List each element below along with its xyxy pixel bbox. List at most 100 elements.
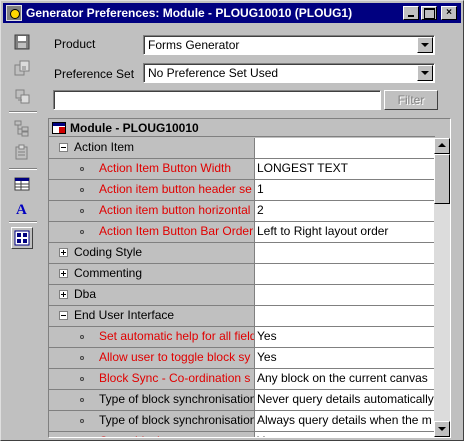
scroll-down-button[interactable]	[434, 421, 450, 437]
product-value: Forms Generator	[148, 38, 240, 52]
group-row[interactable]: Commenting	[49, 264, 435, 285]
save-icon[interactable]	[11, 31, 33, 53]
group-label: Commenting	[74, 266, 143, 280]
group-row[interactable]: Coding Style	[49, 243, 435, 264]
property-value-cell[interactable]: Yes	[255, 348, 435, 368]
layout-toggle-icon[interactable]	[11, 227, 33, 249]
group-label: End User Interface	[74, 308, 175, 322]
property-name-cell[interactable]: Coding Style	[49, 243, 255, 263]
property-row[interactable]: Action Item Button Bar Order Left to Righ…	[49, 222, 435, 243]
property-value-cell[interactable]: 1	[255, 180, 435, 200]
property-row[interactable]: Action item button header se 1	[49, 180, 435, 201]
property-name-cell[interactable]: Dba	[49, 285, 255, 305]
vertical-toolbar: A	[5, 27, 41, 438]
bullet-icon	[80, 419, 84, 423]
grid-header: Module - PLOUG10010	[49, 119, 435, 137]
property-value-cell[interactable]: Yes	[255, 432, 435, 437]
property-label: Action item button header se	[99, 182, 252, 196]
filter-button[interactable]: Filter	[384, 90, 438, 110]
product-label: Product	[54, 37, 96, 51]
table-view-icon[interactable]	[11, 173, 33, 195]
property-name-cell[interactable]: Action Item Button Bar Order	[49, 222, 255, 242]
property-name-cell[interactable]: Type of block synchronisation	[49, 411, 255, 431]
property-row[interactable]: Query block on entry to new Yes	[49, 432, 435, 437]
property-name-cell[interactable]: Action Item	[49, 138, 255, 158]
minimize-button[interactable]	[403, 6, 419, 20]
property-label: Action item button horizontal	[99, 203, 251, 217]
bullet-icon	[80, 398, 84, 402]
preference-set-select[interactable]: No Preference Set Used	[143, 63, 435, 83]
property-grid: Module - PLOUG10010 Action Item Action It…	[48, 118, 451, 438]
group-row[interactable]: Dba	[49, 285, 435, 306]
property-name-cell[interactable]: Allow user to toggle block sy	[49, 348, 255, 368]
svg-text:A: A	[16, 202, 27, 217]
scroll-up-button[interactable]	[434, 138, 450, 154]
collapse-icon[interactable]	[59, 143, 68, 152]
group-label: Coding Style	[74, 245, 143, 259]
group-row[interactable]: End User Interface	[49, 306, 435, 327]
property-value-cell[interactable]: 2	[255, 201, 435, 221]
expand-icon[interactable]	[59, 290, 68, 299]
bullet-icon	[80, 188, 84, 192]
close-button[interactable]: ×	[441, 6, 457, 20]
scroll-thumb[interactable]	[434, 154, 450, 204]
property-name-cell[interactable]: Commenting	[49, 264, 255, 284]
copy-properties-icon[interactable]	[11, 57, 33, 79]
filter-input[interactable]	[53, 90, 381, 110]
toolbar-separator	[9, 168, 37, 170]
preference-set-value: No Preference Set Used	[148, 66, 279, 80]
property-name-cell[interactable]: Query block on entry to new	[49, 432, 255, 437]
app-icon[interactable]	[6, 5, 22, 21]
property-label: Block Sync - Co-ordination s	[99, 371, 251, 385]
vertical-scrollbar[interactable]	[434, 138, 450, 437]
property-label: Query block on entry to new	[99, 434, 248, 437]
chevron-down-icon[interactable]	[417, 65, 433, 81]
toolbar-separator	[9, 221, 37, 223]
group-row[interactable]: Action Item	[49, 138, 435, 159]
property-value-cell[interactable]: LONGEST TEXT	[255, 159, 435, 179]
group-label: Dba	[74, 287, 97, 301]
property-value-cell[interactable]	[255, 285, 435, 305]
title-bar[interactable]: Generator Preferences: Module - PLOUG100…	[3, 3, 461, 23]
property-value-cell[interactable]: Yes	[255, 327, 435, 347]
property-value-cell[interactable]: Never query details automatically	[255, 390, 435, 410]
font-icon[interactable]: A	[11, 197, 33, 219]
collapse-icon[interactable]	[59, 311, 68, 320]
expand-icon[interactable]	[59, 269, 68, 278]
property-name-cell[interactable]: Set automatic help for all field	[49, 327, 255, 347]
property-name-cell[interactable]: Type of block synchronisation	[49, 390, 255, 410]
property-name-cell[interactable]: Action item button header se	[49, 180, 255, 200]
module-icon	[52, 121, 66, 134]
bullet-icon	[80, 230, 84, 234]
property-row[interactable]: Type of block synchronisation Always quer…	[49, 411, 435, 432]
property-row[interactable]: Set automatic help for all field Yes	[49, 327, 435, 348]
property-name-cell[interactable]: Action item button horizontal	[49, 201, 255, 221]
property-value-cell[interactable]: Any block on the current canvas	[255, 369, 435, 389]
property-row[interactable]: Action Item Button Width LONGEST TEXT	[49, 159, 435, 180]
expand-icon[interactable]	[59, 248, 68, 257]
property-name-cell[interactable]: Block Sync - Co-ordination s	[49, 369, 255, 389]
property-value-cell[interactable]	[255, 264, 435, 284]
property-value-cell[interactable]	[255, 243, 435, 263]
group-label: Action Item	[74, 140, 135, 154]
inherit-icon[interactable]	[11, 85, 33, 107]
property-value-cell[interactable]: Always query details when the m	[255, 411, 435, 431]
property-row[interactable]: Allow user to toggle block sy Yes	[49, 348, 435, 369]
property-value-cell[interactable]	[255, 306, 435, 326]
paste-icon[interactable]	[11, 141, 33, 163]
property-row[interactable]: Type of block synchronisation Never query…	[49, 390, 435, 411]
property-name-cell[interactable]: End User Interface	[49, 306, 255, 326]
grid-header-title: Module - PLOUG10010	[70, 120, 199, 135]
property-value-cell[interactable]	[255, 138, 435, 158]
bullet-icon	[80, 377, 84, 381]
window-title: Generator Preferences: Module - PLOUG100…	[26, 6, 353, 20]
hierarchy-icon[interactable]	[11, 117, 33, 139]
property-name-cell[interactable]: Action Item Button Width	[49, 159, 255, 179]
maximize-button[interactable]	[421, 6, 437, 20]
product-select[interactable]: Forms Generator	[143, 35, 435, 55]
bullet-icon	[80, 356, 84, 360]
property-row[interactable]: Action item button horizontal 2	[49, 201, 435, 222]
chevron-down-icon[interactable]	[417, 37, 433, 53]
property-value-cell[interactable]: Left to Right layout order	[255, 222, 435, 242]
property-row[interactable]: Block Sync - Co-ordination s Any block on…	[49, 369, 435, 390]
